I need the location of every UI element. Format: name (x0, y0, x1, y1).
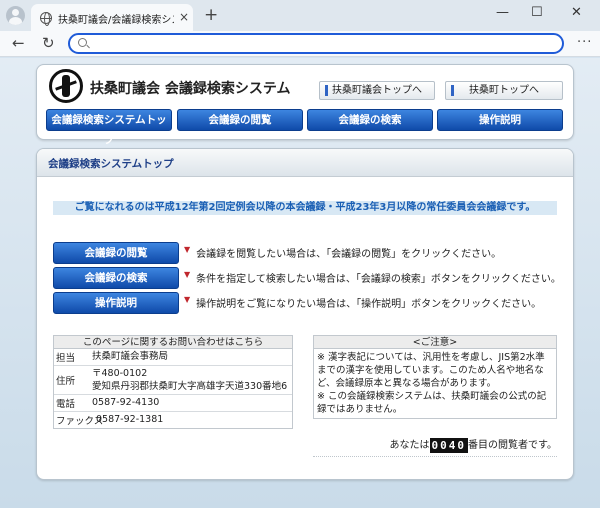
table-row: 電話 0587-92-4130 (54, 395, 292, 412)
town-top-link[interactable]: 扶桑町トップへ (445, 81, 563, 100)
counter-suffix: 番目の閲覧者です。 (468, 440, 557, 451)
globe-icon (40, 12, 52, 26)
content-header: 会議録検索システムトップ (37, 149, 573, 177)
nav-search-button[interactable]: 会議録の検索 (307, 109, 433, 131)
counter-digits: 0040 (429, 437, 468, 453)
browse-records-description: ▼ 会議録を閲覧したい場合は、「会議録の閲覧」をクリックください。 (184, 245, 501, 260)
table-row: 住所 〒480-0102 愛知県丹羽郡扶桑町大字高雄字天道330番地6 (54, 366, 292, 395)
contact-heading: このページに関するお問い合わせはこちら (54, 336, 292, 349)
search-records-description: ▼ 条件を指定して検索したい場合は、「会議録の検索」ボタンをクリックください。 (184, 270, 561, 285)
site-header: 扶桑町議会 会議録検索システム 扶桑町議会トップへ 扶桑町トップへ 会議録検索シ… (36, 64, 574, 146)
help-desc-text: 操作説明をご覧になりたい場合は、「操作説明」ボタンをクリックください。 (196, 299, 542, 310)
contact-value: 〒480-0102 愛知県丹羽郡扶桑町大字高雄字天道330番地6 (90, 366, 292, 394)
street-address: 愛知県丹羽郡扶桑町大字高雄字天道330番地6 (92, 381, 288, 392)
close-window-icon[interactable]: ✕ (571, 5, 582, 20)
contact-label: 担当 (56, 353, 76, 364)
help-description: ▼ 操作説明をご覧になりたい場合は、「操作説明」ボタンをクリックください。 (184, 295, 541, 310)
caution-heading: <ご注意> (314, 336, 556, 349)
page-viewport: 扶桑町議会 会議録検索システム 扶桑町議会トップへ 扶桑町トップへ 会議録検索シ… (0, 58, 600, 508)
caution-text: ※ この会議録検索システムは、扶桑町議会の公式の記録ではありません。 (317, 391, 547, 415)
browse-desc-text: 会議録を閲覧したい場合は、「会議録の閲覧」をクリックください。 (196, 249, 502, 260)
address-toolbar: ← ↻ ··· (0, 31, 600, 57)
council-top-link[interactable]: 扶桑町議会トップへ (319, 81, 435, 100)
reload-icon[interactable]: ↻ (42, 34, 55, 52)
new-tab-icon[interactable]: + (204, 5, 218, 25)
caution-text: ※ 漢字表記については、汎用性を考慮し、JIS第2水準までの漢字を使用しています… (317, 352, 545, 389)
red-marker-icon: ▼ (184, 245, 191, 254)
content-panel: 会議録検索システムトップ ご覧になれるのは平成12年第2回定例会以降の本会議録・… (36, 148, 574, 480)
maximize-icon[interactable]: ☐ (531, 5, 543, 20)
caution-body: ※ 漢字表記については、汎用性を考慮し、JIS第2水準までの漢字を使用しています… (314, 349, 556, 418)
section-title: 会議録検索システムトップ (48, 158, 174, 170)
search-icon (78, 38, 87, 47)
table-row: ファックス 0587-92-1381 (54, 412, 292, 428)
browse-records-button[interactable]: 会議録の閲覧 (53, 242, 179, 264)
back-arrow-icon[interactable]: ← (12, 34, 25, 52)
search-desc-text: 条件を指定して検索したい場合は、「会議録の検索」ボタンをクリックください。 (196, 274, 561, 285)
site-title: 扶桑町議会 会議録検索システム (90, 81, 291, 97)
more-menu-icon[interactable]: ··· (577, 35, 592, 50)
help-button[interactable]: 操作説明 (53, 292, 179, 314)
search-records-button[interactable]: 会議録の検索 (53, 267, 179, 289)
visitor-counter: あなたは 0040 番目の閲覧者です。 (313, 437, 557, 457)
red-marker-icon: ▼ (184, 270, 191, 279)
contact-label: ファックス (56, 416, 104, 427)
browser-tab-bar: 扶桑町議会/会議録検索システム × + — ☐ ✕ (0, 0, 600, 31)
counter-prefix: あなたは (389, 440, 430, 451)
availability-notice: ご覧になれるのは平成12年第2回定例会以降の本会議録・平成23年3月以降の常任委… (53, 201, 557, 215)
tab-close-icon[interactable]: × (179, 10, 189, 24)
nav-help-button[interactable]: 操作説明 (437, 109, 563, 131)
contact-value: 0587-92-1381 (96, 414, 164, 425)
browser-tab[interactable]: 扶桑町議会/会議録検索システム × (31, 4, 193, 31)
tab-title: 扶桑町議会/会議録検索システム (58, 15, 174, 26)
red-marker-icon: ▼ (184, 295, 191, 304)
contact-value: 0587-92-4130 (92, 397, 160, 408)
caution-box: <ご注意> ※ 漢字表記については、汎用性を考慮し、JIS第2水準までの漢字を使… (313, 335, 557, 419)
minimize-icon[interactable]: — (496, 5, 509, 20)
nav-browse-button[interactable]: 会議録の閲覧 (177, 109, 303, 131)
contact-value: 扶桑町議会事務局 (92, 351, 169, 362)
nav-system-top-button[interactable]: 会議録検索システムトップ (46, 109, 172, 146)
table-row: 担当 扶桑町議会事務局 (54, 349, 292, 366)
contact-label: 住所 (56, 376, 76, 387)
contact-label: 電話 (56, 399, 76, 410)
contact-table: このページに関するお問い合わせはこちら 担当 扶桑町議会事務局 住所 〒480-… (53, 335, 293, 429)
town-emblem-logo (49, 69, 83, 103)
address-input[interactable] (68, 33, 564, 54)
profile-avatar-icon[interactable] (6, 6, 25, 25)
postal-code: 〒480-0102 (92, 368, 148, 379)
